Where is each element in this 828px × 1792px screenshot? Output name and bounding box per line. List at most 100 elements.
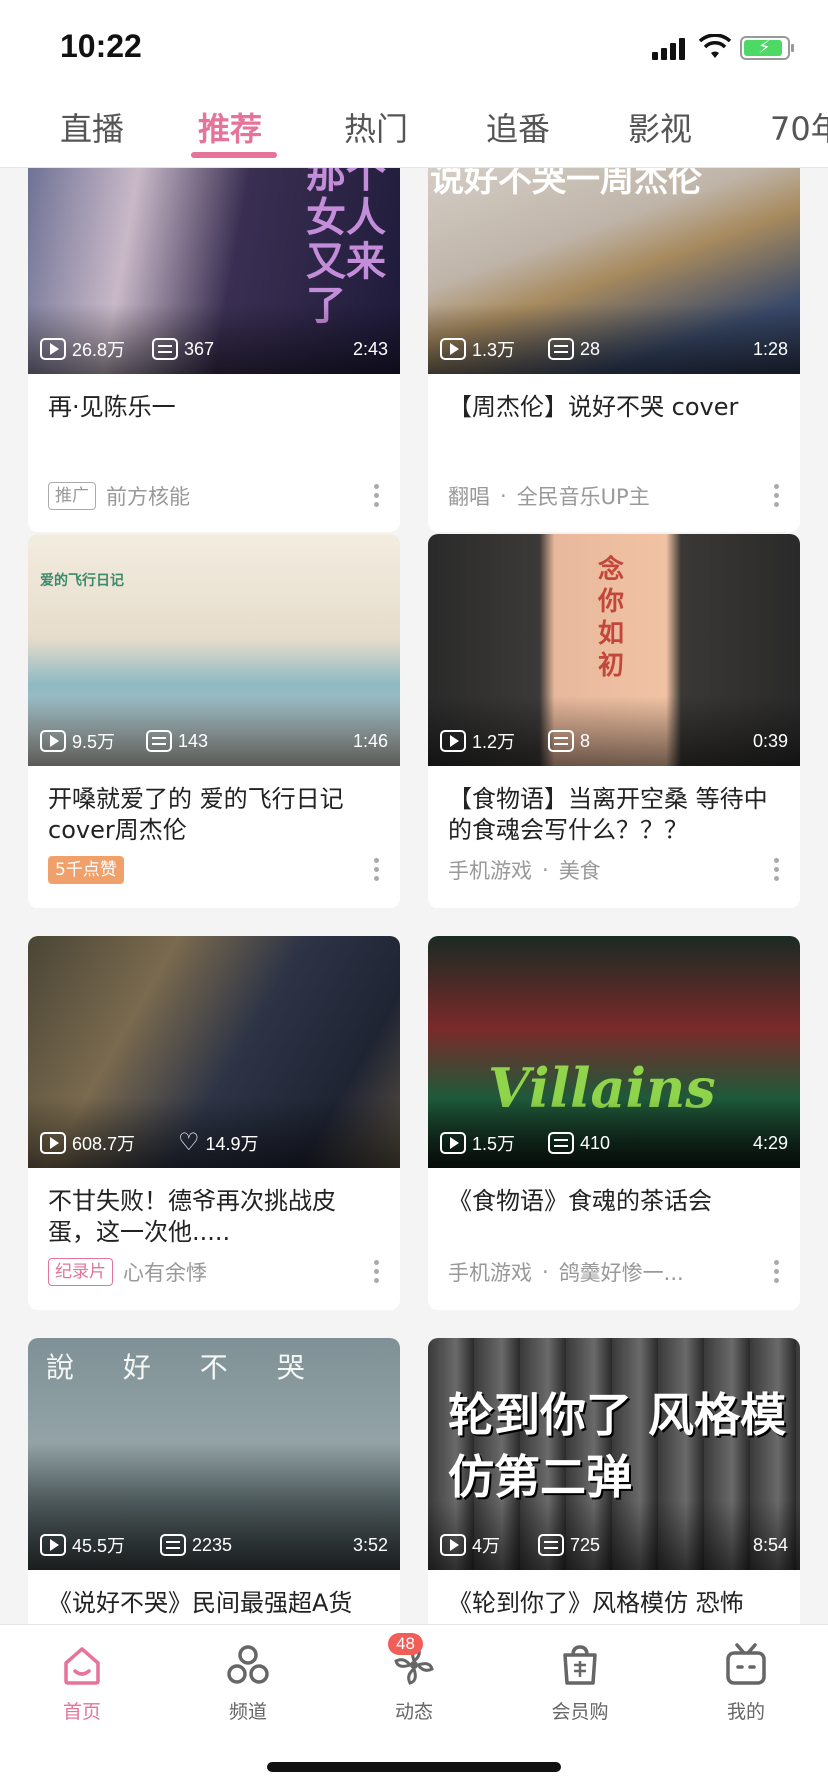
nav-mine-label: 我的 [726,1701,765,1723]
nav-mine[interactable]: 我的 [686,1641,806,1724]
video-title[interactable]: 【周杰伦】说好不哭 cover [448,392,780,423]
danmaku-icon [152,338,178,360]
like-count: 14.9万 [205,1134,259,1154]
view-count: 4万 [472,1536,501,1556]
video-title[interactable]: 再·见陈乐一 [48,392,380,423]
video-duration: 8:54 [752,1535,788,1555]
video-card[interactable]: Villains 1.5万 410 4:29 《食物语》食魂的茶话会 手机游戏 … [428,936,800,1310]
subcategory-label[interactable]: 鸽羹好惨一... [559,1257,684,1287]
play-count-icon [40,1132,66,1154]
card-footer: 推广 前方核能 [48,480,384,512]
video-card[interactable]: 念你如初 1.2万 8 0:39 【食物语】当离开空桑 等待中的食魂会写什么？？… [428,534,800,908]
subcategory-label[interactable]: 全民音乐UP主 [517,481,650,511]
tab-hot[interactable]: 热门 [344,104,408,164]
status-bar: 10:22 ⚡ [0,0,828,96]
video-stats: 9.5万 143 1:46 [40,728,388,754]
view-count: 9.5万 [72,732,116,752]
video-card[interactable]: 爱的飞行日记 9.5万 143 1:46 开嗓就爱了的 爱的飞行日记cover周… [28,534,400,908]
video-thumbnail[interactable]: 念你如初 1.2万 8 0:39 [428,534,800,766]
category-label[interactable]: 手机游戏 [448,855,532,885]
thumbnail-caption: 爱的飞行日记 [40,573,124,589]
more-options-icon[interactable] [374,484,380,508]
video-card[interactable]: 说好不哭一周杰伦 1.3万 28 1:28 【周杰伦】说好不哭 cover 翻唱… [428,168,800,532]
card-footer: 纪录片 心有余悸 [48,1256,384,1288]
promo-tag: 推广 [48,482,96,510]
play-count-icon [40,730,66,752]
video-thumbnail[interactable]: 608.7万 ♡ 14.9万 [28,936,400,1168]
tab-anime[interactable]: 追番 [486,104,550,164]
card-footer: 手机游戏 · 鸽羹好惨一... [448,1256,784,1288]
card-footer: 手机游戏 · 美食 [448,854,784,886]
battery-icon: ⚡ [740,36,794,60]
video-card[interactable]: 轮到你了 风格模仿第二弹 4万 725 8:54 《轮到你了》风格模仿 恐怖 [428,1338,800,1624]
video-thumbnail[interactable]: 那个女人又来了 26.8万 367 2:43 [28,168,400,374]
uploader-name[interactable]: 前方核能 [106,481,190,511]
tab-live[interactable]: 直播 [60,104,124,164]
video-card[interactable]: 說 好 不 哭 45.5万 2235 3:52 《说好不哭》民间最强超A货 [28,1338,400,1624]
tab-70-years[interactable]: 70年 [770,104,828,164]
danmaku-icon [538,1534,564,1556]
video-title[interactable]: 《说好不哭》民间最强超A货 [48,1588,380,1619]
more-options-icon[interactable] [374,1260,380,1284]
thumbnail-caption: 念你如初 [598,555,625,681]
subcategory-label[interactable]: 美食 [559,855,601,885]
danmaku-count: 725 [570,1534,601,1555]
category-tab-bar: 直播 推荐 热门 追番 影视 70年 [0,96,828,168]
more-options-icon[interactable] [374,858,380,882]
more-options-icon[interactable] [774,1260,780,1284]
home-indicator[interactable] [267,1762,561,1772]
wifi-icon [698,34,732,58]
video-thumbnail[interactable]: 说好不哭一周杰伦 1.3万 28 1:28 [428,168,800,374]
documentary-tag: 纪录片 [48,1258,113,1286]
category-label[interactable]: 手机游戏 [448,1257,532,1287]
danmaku-count: 410 [580,1132,611,1153]
play-count-icon [440,1132,466,1154]
danmaku-icon [548,338,574,360]
danmaku-icon [160,1534,186,1556]
video-title[interactable]: 开嗓就爱了的 爱的飞行日记cover周杰伦 [48,784,380,846]
video-title[interactable]: 《食物语》食魂的茶话会 [448,1186,780,1217]
video-card[interactable]: 608.7万 ♡ 14.9万 不甘失败！德爷再次挑战皮蛋，这一次他..... 纪录… [28,936,400,1310]
reason-label[interactable]: 心有余悸 [123,1257,207,1287]
video-stats: 45.5万 2235 3:52 [40,1532,388,1558]
video-duration: 2:43 [352,339,388,359]
cellular-signal-icon [652,36,686,60]
view-count: 45.5万 [72,1536,126,1556]
more-options-icon[interactable] [774,858,780,882]
like-heart-icon: ♡ [178,1129,200,1156]
view-count: 608.7万 [72,1134,136,1154]
video-stats: 4万 725 8:54 [440,1532,788,1558]
play-count-icon [440,338,466,360]
video-card[interactable]: 那个女人又来了 26.8万 367 2:43 再·见陈乐一 推广 前方核能 [28,168,400,532]
card-footer: 翻唱 · 全民音乐UP主 [448,480,784,512]
nav-channel-label: 频道 [228,1701,267,1723]
play-count-icon [40,338,66,360]
play-count-icon [40,1534,66,1556]
card-footer: 5千点赞 [48,854,384,886]
tab-movies[interactable]: 影视 [628,104,692,164]
nav-channel[interactable]: 频道 [188,1641,308,1724]
video-thumbnail[interactable]: 爱的飞行日记 9.5万 143 1:46 [28,534,400,766]
video-feed[interactable]: 那个女人又来了 26.8万 367 2:43 再·见陈乐一 推广 前方核能 说好… [0,168,828,1624]
view-count: 26.8万 [72,340,126,360]
nav-feed[interactable]: 48 动态 [354,1633,474,1724]
video-duration: 1:46 [352,731,388,751]
video-title[interactable]: 不甘失败！德爷再次挑战皮蛋，这一次他..... [48,1186,380,1248]
video-thumbnail[interactable]: 轮到你了 风格模仿第二弹 4万 725 8:54 [428,1338,800,1570]
more-options-icon[interactable] [774,484,780,508]
video-title[interactable]: 【食物语】当离开空桑 等待中的食魂会写什么？？？ [448,784,780,846]
video-thumbnail[interactable]: 說 好 不 哭 45.5万 2235 3:52 [28,1338,400,1570]
video-stats: 1.3万 28 1:28 [440,336,788,362]
danmaku-count: 143 [178,730,209,751]
video-thumbnail[interactable]: Villains 1.5万 410 4:29 [428,936,800,1168]
video-duration: 1:28 [752,339,788,359]
thumbnail-caption: 轮到你了 风格模仿第二弹 [448,1388,787,1504]
danmaku-count: 367 [184,338,215,359]
video-title[interactable]: 《轮到你了》风格模仿 恐怖 [448,1588,780,1619]
notification-badge: 48 [388,1633,423,1655]
category-label[interactable]: 翻唱 [448,481,490,511]
nav-shop[interactable]: 会员购 [520,1641,640,1724]
nav-home[interactable]: 首页 [22,1641,142,1724]
danmaku-icon [146,730,172,752]
video-stats: 608.7万 ♡ 14.9万 [40,1130,388,1156]
